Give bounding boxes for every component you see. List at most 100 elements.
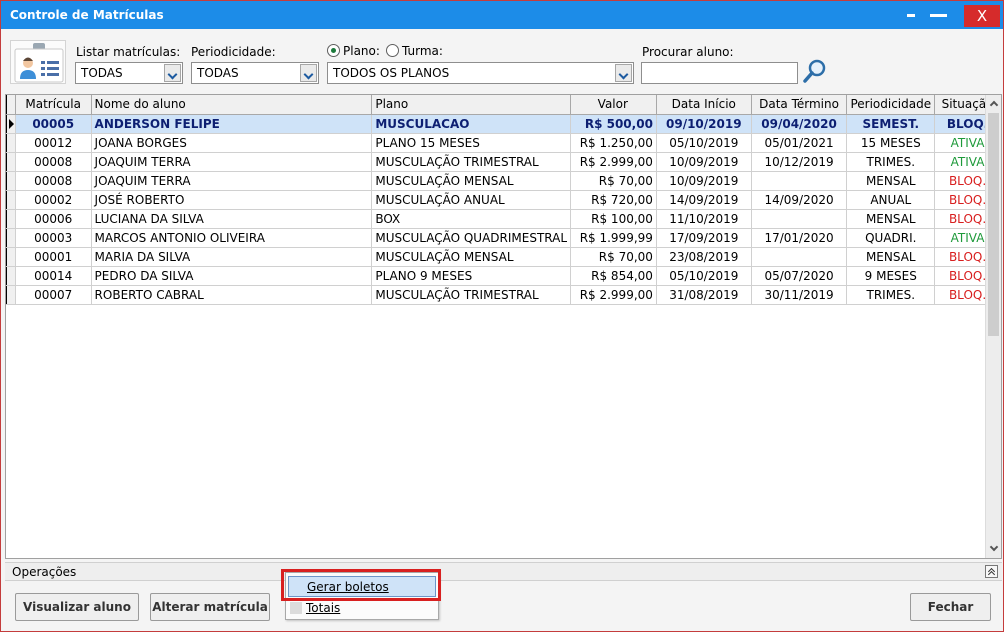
column-header[interactable]: Data Término <box>750 95 848 115</box>
cell-periodicidade[interactable]: QUADRI. <box>846 227 936 248</box>
cell-valor[interactable]: R$ 70,00 <box>570 246 657 267</box>
cell-termino[interactable]: 05/07/2020 <box>750 265 848 286</box>
cell-plano[interactable]: MUSCULAÇÃO ANUAL <box>371 189 572 210</box>
minimize-button[interactable] <box>927 1 951 29</box>
cell-inicio[interactable]: 31/08/2019 <box>655 284 752 305</box>
periodicidade-select[interactable]: TODAS <box>191 62 319 84</box>
row-indicator[interactable] <box>6 284 16 305</box>
cell-periodicidade[interactable]: TRIMES. <box>846 284 936 305</box>
cell-inicio[interactable]: 05/10/2019 <box>655 132 752 153</box>
cell-valor[interactable]: R$ 500,00 <box>570 113 657 134</box>
cell-termino[interactable] <box>750 170 848 191</box>
column-header[interactable]: Periodicidade <box>846 95 936 115</box>
radio-turma-label[interactable]: Turma: <box>402 44 443 58</box>
table-row[interactable]: 00012 JOANA BORGES PLANO 15 MESES R$ 1.250,… <box>6 132 1001 153</box>
radio-turma[interactable] <box>386 44 399 57</box>
cell-inicio[interactable]: 10/09/2019 <box>655 151 752 172</box>
dropdown-arrow-icon[interactable] <box>164 64 181 82</box>
table-row[interactable]: 00014 PEDRO DA SILVA PLANO 9 MESES R$ 854,0… <box>6 265 1001 286</box>
table-row[interactable]: 00008 JOAQUIM TERRA MUSCULAÇÃO MENSAL R$ 70… <box>6 170 1001 191</box>
cell-nome[interactable]: LUCIANA DA SILVA <box>90 208 373 229</box>
row-indicator[interactable] <box>6 227 16 248</box>
cell-plano[interactable]: MUSCULACAO <box>371 113 572 134</box>
cell-matricula[interactable]: 00002 <box>14 189 92 210</box>
visualizar-aluno-button[interactable]: Visualizar aluno <box>15 593 139 621</box>
cell-valor[interactable]: R$ 2.999,00 <box>570 151 657 172</box>
row-indicator[interactable] <box>6 151 16 172</box>
cell-nome[interactable]: ANDERSON FELIPE <box>90 113 373 134</box>
scroll-down-icon[interactable] <box>989 542 999 552</box>
table-row[interactable]: 00008 JOAQUIM TERRA MUSCULAÇÃO TRIMESTRAL R… <box>6 151 1001 172</box>
fechar-button[interactable]: Fechar <box>910 593 991 621</box>
cell-periodicidade[interactable]: MENSAL <box>846 208 936 229</box>
cell-matricula[interactable]: 00001 <box>14 246 92 267</box>
row-indicator[interactable] <box>6 132 16 153</box>
cell-termino[interactable]: 05/01/2021 <box>750 132 848 153</box>
cell-plano[interactable]: MUSCULAÇÃO QUADRIMESTRAL <box>371 227 572 248</box>
table-row[interactable]: 00007 ROBERTO CABRAL MUSCULAÇÃO TRIMESTRAL… <box>6 284 1001 305</box>
cell-valor[interactable]: R$ 1.250,00 <box>570 132 657 153</box>
column-header[interactable]: Data Início <box>655 95 752 115</box>
cell-matricula[interactable]: 00007 <box>14 284 92 305</box>
close-button[interactable]: X <box>964 5 1000 27</box>
column-header[interactable]: Matrícula <box>14 95 92 115</box>
row-indicator[interactable] <box>6 189 16 210</box>
cell-plano[interactable]: MUSCULAÇÃO MENSAL <box>371 170 572 191</box>
magnifier-icon[interactable] <box>802 58 828 84</box>
cell-plano[interactable]: MUSCULAÇÃO MENSAL <box>371 246 572 267</box>
cell-periodicidade[interactable]: MENSAL <box>846 246 936 267</box>
cell-matricula[interactable]: 00014 <box>14 265 92 286</box>
row-indicator[interactable] <box>6 170 16 191</box>
row-indicator[interactable] <box>6 265 16 286</box>
plano-select[interactable]: TODOS OS PLANOS <box>327 62 634 84</box>
row-indicator[interactable] <box>6 113 16 134</box>
cell-periodicidade[interactable]: ANUAL <box>846 189 936 210</box>
cell-nome[interactable]: JOAQUIM TERRA <box>90 170 373 191</box>
cell-matricula[interactable]: 00008 <box>14 151 92 172</box>
cell-termino[interactable] <box>750 246 848 267</box>
table-row[interactable]: 00003 MARCOS ANTONIO OLIVEIRA MUSCULAÇÃO Q… <box>6 227 1001 248</box>
column-header[interactable]: Plano <box>371 95 572 115</box>
cell-inicio[interactable]: 09/10/2019 <box>655 113 752 134</box>
row-indicator[interactable] <box>6 246 16 267</box>
cell-periodicidade[interactable]: TRIMES. <box>846 151 936 172</box>
dropdown-arrow-icon[interactable] <box>300 64 317 82</box>
menu-item-totais[interactable]: Totais <box>288 598 436 619</box>
cell-valor[interactable]: R$ 1.999,99 <box>570 227 657 248</box>
table-row[interactable]: 00005 ANDERSON FELIPE MUSCULACAO R$ 500,00 0… <box>6 113 1001 134</box>
cell-termino[interactable]: 30/11/2019 <box>750 284 848 305</box>
table-row[interactable]: 00006 LUCIANA DA SILVA BOX R$ 100,00 11/10/2… <box>6 208 1001 229</box>
vertical-scrollbar[interactable] <box>985 95 1001 558</box>
cell-inicio[interactable]: 05/10/2019 <box>655 265 752 286</box>
cell-plano[interactable]: PLANO 9 MESES <box>371 265 572 286</box>
alterar-matricula-button[interactable]: Alterar matrícula <box>150 593 270 621</box>
search-input[interactable] <box>641 62 798 84</box>
cell-matricula[interactable]: 00003 <box>14 227 92 248</box>
cell-termino[interactable] <box>750 208 848 229</box>
collapse-icon[interactable] <box>985 565 998 578</box>
cell-nome[interactable]: JOAQUIM TERRA <box>90 151 373 172</box>
cell-periodicidade[interactable]: SEMEST. <box>846 113 936 134</box>
cell-matricula[interactable]: 00008 <box>14 170 92 191</box>
cell-nome[interactable]: MARIA DA SILVA <box>90 246 373 267</box>
radio-plano[interactable] <box>327 44 340 57</box>
cell-plano[interactable]: BOX <box>371 208 572 229</box>
cell-termino[interactable]: 17/01/2020 <box>750 227 848 248</box>
cell-plano[interactable]: MUSCULAÇÃO TRIMESTRAL <box>371 284 572 305</box>
cell-periodicidade[interactable]: 15 MESES <box>846 132 936 153</box>
cell-valor[interactable]: R$ 100,00 <box>570 208 657 229</box>
row-indicator[interactable] <box>6 208 16 229</box>
cell-inicio[interactable]: 10/09/2019 <box>655 170 752 191</box>
cell-valor[interactable]: R$ 720,00 <box>570 189 657 210</box>
cell-nome[interactable]: JOSÉ ROBERTO <box>90 189 373 210</box>
cell-nome[interactable]: JOANA BORGES <box>90 132 373 153</box>
cell-plano[interactable]: MUSCULAÇÃO TRIMESTRAL <box>371 151 572 172</box>
cell-nome[interactable]: MARCOS ANTONIO OLIVEIRA <box>90 227 373 248</box>
cell-periodicidade[interactable]: 9 MESES <box>846 265 936 286</box>
cell-termino[interactable]: 09/04/2020 <box>750 113 848 134</box>
radio-plano-label[interactable]: Plano: <box>343 44 380 58</box>
cell-valor[interactable]: R$ 70,00 <box>570 170 657 191</box>
listar-select[interactable]: TODAS <box>75 62 183 84</box>
scroll-up-icon[interactable] <box>989 100 999 110</box>
column-header[interactable]: Valor <box>570 95 657 115</box>
